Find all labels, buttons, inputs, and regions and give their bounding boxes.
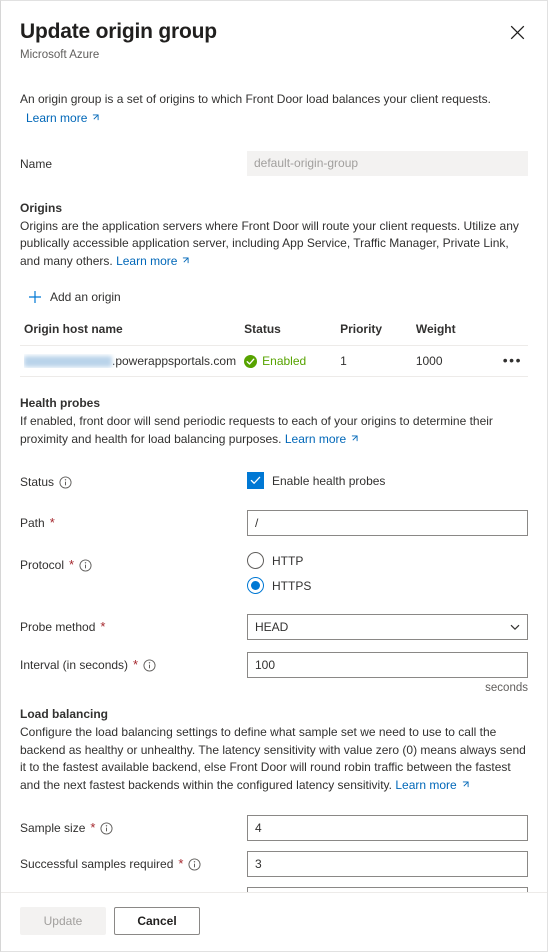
radio-checked-icon <box>247 577 264 594</box>
radio-unchecked-icon <box>247 552 264 569</box>
path-label: Path * <box>20 515 55 530</box>
cell-origin-host-name: .powerappsportals.com <box>20 345 241 377</box>
origins-section-title: Origins <box>20 200 63 215</box>
close-button[interactable] <box>503 18 531 46</box>
interval-unit-label: seconds <box>485 682 528 694</box>
panel-header: Update origin group Microsoft Azure <box>1 1 547 63</box>
info-icon[interactable] <box>100 821 113 835</box>
cell-weight: 1000 <box>411 345 488 377</box>
path-input[interactable] <box>247 510 528 536</box>
radio-protocol-https[interactable]: HTTPS <box>247 577 528 594</box>
probe-method-row: Probe method * HEAD <box>20 614 528 640</box>
add-an-origin-button[interactable]: Add an origin <box>20 285 127 309</box>
radio-protocol-http[interactable]: HTTP <box>247 552 528 569</box>
info-icon[interactable] <box>79 558 92 572</box>
column-header-host: Origin host name <box>20 317 241 346</box>
external-link-icon <box>349 432 358 450</box>
status-label: Status <box>20 469 247 490</box>
protocol-label: Protocol * <box>20 552 247 573</box>
health-probes-learn-more-link[interactable]: Learn more <box>285 432 358 446</box>
successful-samples-row: Successful samples required * <box>20 851 528 877</box>
panel-footer: Update Cancel <box>1 892 547 951</box>
info-icon[interactable] <box>188 857 202 871</box>
required-asterisk: * <box>90 820 96 835</box>
required-asterisk: * <box>100 619 106 634</box>
required-asterisk: * <box>178 856 184 871</box>
protocol-row: Protocol * HTTP HTTPS <box>20 552 528 594</box>
health-probes-title: Health probes <box>20 396 101 410</box>
required-asterisk: * <box>69 557 75 572</box>
add-an-origin-label: Add an origin <box>50 290 121 304</box>
cancel-button[interactable]: Cancel <box>114 907 200 935</box>
name-label: Name <box>20 156 53 171</box>
status-badge: Enabled <box>262 354 307 368</box>
load-balancing-learn-more-link[interactable]: Learn more <box>395 778 469 792</box>
intro-block: An origin group is a set of origins to w… <box>1 91 547 127</box>
enable-health-probes-checkbox[interactable]: Enable health probes <box>247 469 528 489</box>
load-balancing-title: Load balancing <box>20 707 109 721</box>
checkbox-checked-icon <box>247 472 264 489</box>
origins-learn-more-link[interactable]: Learn more <box>116 254 189 268</box>
sample-size-input[interactable] <box>247 815 528 841</box>
load-balancing-description: Configure the load balancing settings to… <box>20 724 528 795</box>
required-asterisk: * <box>49 515 55 530</box>
origins-section: Origins Origins are the application serv… <box>1 200 547 377</box>
health-probes-description: If enabled, front door will send periodi… <box>20 413 528 449</box>
sample-size-label: Sample size * <box>20 815 247 836</box>
name-input[interactable] <box>247 150 528 176</box>
plus-icon <box>28 290 42 304</box>
health-probes-section: Health probes If enabled, front door wil… <box>1 395 547 696</box>
column-header-weight: Weight <box>411 317 488 346</box>
name-row: Name <box>1 150 547 176</box>
update-origin-group-panel: Update origin group Microsoft Azure An o… <box>0 0 548 952</box>
radio-protocol-https-label: HTTPS <box>272 578 312 593</box>
column-header-priority: Priority <box>336 317 412 346</box>
interval-label: Interval (in seconds) * <box>20 652 247 673</box>
column-header-actions <box>487 317 528 346</box>
cell-status: Enabled <box>240 345 337 377</box>
external-link-icon <box>180 254 189 272</box>
chevron-down-icon <box>509 621 521 633</box>
close-icon <box>510 25 525 40</box>
successful-samples-input[interactable] <box>247 851 528 877</box>
origins-description: Origins are the application servers wher… <box>20 218 528 272</box>
successful-samples-label: Successful samples required * <box>20 851 247 872</box>
origins-table: Origin host name Status Priority Weight … <box>20 317 528 377</box>
external-link-icon <box>90 112 99 126</box>
info-icon[interactable] <box>59 475 72 489</box>
probe-method-select[interactable]: HEAD <box>247 614 528 640</box>
radio-protocol-http-label: HTTP <box>272 553 304 568</box>
row-context-menu-button[interactable]: ••• <box>501 353 524 367</box>
hostname-suffix: .powerappsportals.com <box>112 354 237 368</box>
page-title: Update origin group <box>20 20 217 43</box>
info-icon[interactable] <box>143 658 156 672</box>
intro-learn-more-link[interactable]: Learn more <box>26 111 99 125</box>
interval-row: Interval (in seconds) * seconds <box>20 652 528 696</box>
cell-priority: 1 <box>336 345 412 377</box>
sample-size-row: Sample size * <box>20 815 528 841</box>
table-row[interactable]: .powerappsportals.com Enabled 1 1000 ••• <box>20 345 528 377</box>
required-asterisk: * <box>133 657 139 672</box>
path-row: Path * <box>20 510 528 536</box>
interval-input[interactable] <box>247 652 528 678</box>
update-button[interactable]: Update <box>20 907 106 935</box>
intro-text: An origin group is a set of origins to w… <box>20 92 491 106</box>
success-check-icon <box>244 354 258 368</box>
column-header-status: Status <box>240 317 337 346</box>
redacted-hostname-prefix <box>24 355 112 367</box>
status-row: Status Enable health probes <box>20 469 528 490</box>
probe-method-label: Probe method * <box>20 619 106 634</box>
page-subtitle: Microsoft Azure <box>20 49 100 61</box>
external-link-icon <box>460 778 469 796</box>
enable-health-probes-label: Enable health probes <box>272 473 386 488</box>
probe-method-value: HEAD <box>255 620 289 634</box>
table-header-row: Origin host name Status Priority Weight <box>20 317 528 346</box>
cell-actions: ••• <box>487 345 528 377</box>
